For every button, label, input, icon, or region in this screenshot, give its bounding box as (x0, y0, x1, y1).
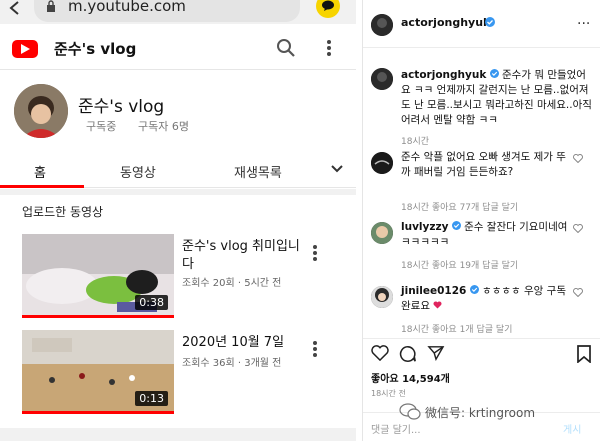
heart-icon[interactable] (371, 345, 389, 361)
avatar[interactable] (371, 222, 393, 244)
heart-icon[interactable] (573, 288, 583, 297)
channel-avatar (14, 84, 68, 138)
avatar[interactable] (371, 152, 393, 174)
post-comment-button[interactable]: 게시 (563, 421, 581, 436)
comment-body: jinilee0126 ㅎㅎㅎㅎ 우앙 구독완료요 (401, 284, 573, 314)
share-icon[interactable] (427, 345, 445, 361)
video-duration: 0:38 (135, 295, 168, 310)
comment-icon[interactable] (399, 345, 417, 363)
channel-tabs: 홈 동영상 재생목록 (0, 150, 356, 188)
post-actions (363, 338, 600, 368)
verified-badge-icon (485, 17, 495, 27)
avatar[interactable] (371, 14, 393, 36)
subscribe-button[interactable]: 구독중 (86, 118, 116, 134)
subscriber-count: 구독자 6명 (138, 120, 189, 133)
comment-author[interactable]: luvlyzzy (401, 221, 448, 233)
comment-meta[interactable]: 18시간 좋아요 1개 답글 달기 (401, 322, 512, 335)
comment-meta[interactable]: 18시간 좋아요 19개 답글 달기 (401, 258, 518, 271)
back-arrow-icon[interactable] (6, 0, 26, 20)
red-heart-icon (433, 301, 442, 309)
heart-icon[interactable] (573, 224, 583, 233)
verified-badge-icon (469, 285, 479, 294)
youtube-logo-icon[interactable] (12, 40, 38, 58)
channel-name: 준수's vlog (78, 97, 165, 117)
post-caption: actorjonghyuk 준수가 뭐 만들었어요 ㅋㅋ 언제까지 갈런지는 난… (401, 68, 593, 128)
tab-videos[interactable]: 동영상 (120, 162, 156, 181)
youtube-panel: m.youtube.com 준수's vlog 준수's vlog 구독중 구독… (0, 0, 356, 441)
video-item[interactable]: 0:38 준수's vlog 취미입니다 조회수 20회 · 5시간 전 (22, 234, 352, 320)
browser-url-bar: m.youtube.com (0, 0, 356, 24)
more-options-icon[interactable]: ··· (577, 16, 590, 32)
verified-badge-icon (489, 69, 499, 78)
comment-author[interactable]: jinilee0126 (401, 285, 466, 297)
lock-icon (47, 0, 55, 12)
comment-meta[interactable]: 18시간 좋아요 77개 답글 달기 (401, 200, 518, 213)
tab-home[interactable]: 홈 (34, 162, 46, 181)
url-text[interactable]: m.youtube.com (68, 0, 186, 15)
video-item[interactable]: 0:13 2020년 10월 7일 조회수 36회 · 3개월 전 (22, 330, 352, 416)
chevron-down-icon[interactable] (330, 164, 344, 174)
watch-progress-bar (22, 315, 174, 318)
caption-author[interactable]: actorjonghyuk (401, 69, 486, 81)
section-title: 업로드한 동영상 (22, 205, 104, 219)
video-duration: 0:13 (135, 391, 168, 406)
comment-input[interactable]: 댓글 달기... (371, 421, 421, 436)
caption-time: 18시간 (401, 137, 430, 147)
comment-body: luvlyzzy 준수 잘잔다 기요미네여 ㅋㅋㅋㅋㅋ (401, 220, 573, 250)
post-time: 18시간 전 (371, 389, 406, 398)
more-vert-icon[interactable] (326, 38, 332, 58)
video-thumbnail[interactable]: 0:13 (22, 330, 174, 414)
video-thumbnail[interactable]: 0:38 (22, 234, 174, 318)
watch-progress-bar (22, 411, 174, 414)
video-title[interactable]: 2020년 10월 7일 (182, 334, 302, 352)
video-meta: 조회수 36회 · 3개월 전 (182, 358, 282, 369)
avatar[interactable] (371, 286, 393, 308)
post-author-handle[interactable]: actorjonghyuk (401, 16, 490, 29)
more-vert-icon[interactable] (312, 340, 318, 358)
post-header: actorjonghyuk ··· (363, 0, 600, 48)
like-count[interactable]: 좋아요 14,594개 (371, 370, 450, 385)
divider (0, 428, 356, 441)
bookmark-icon[interactable] (577, 345, 591, 363)
more-vert-icon[interactable] (312, 244, 318, 262)
chat-bubble-icon (322, 0, 334, 11)
youtube-header: 준수's vlog (0, 28, 356, 70)
active-tab-indicator (0, 185, 84, 188)
video-title[interactable]: 준수's vlog 취미입니다 (182, 238, 302, 274)
notification-badge[interactable] (316, 0, 340, 18)
heart-icon[interactable] (573, 154, 583, 163)
wechat-icon (399, 403, 421, 420)
watermark-text: 微信号: krtingroom (425, 406, 536, 420)
verified-badge-icon (451, 221, 461, 230)
video-meta: 조회수 20회 · 5시간 전 (182, 278, 282, 289)
instagram-panel: actorjonghyuk ··· actorjonghyuk 준수가 뭐 만들… (362, 0, 600, 441)
avatar[interactable] (371, 68, 393, 90)
channel-header-title: 준수's vlog (54, 40, 137, 58)
search-icon[interactable] (276, 38, 296, 58)
divider (0, 189, 356, 195)
tab-playlists[interactable]: 재생목록 (234, 162, 282, 181)
comment-text: 준수 악플 없어요 오빠 생겨도 제가 뚜까 패버릴 거임 든든하죠? (401, 151, 566, 178)
